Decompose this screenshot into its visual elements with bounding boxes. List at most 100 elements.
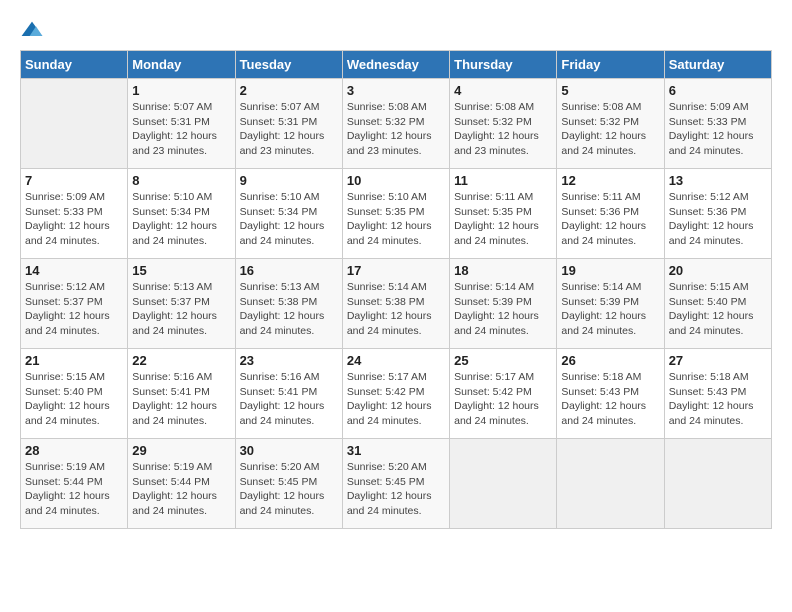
logo-icon <box>20 20 44 40</box>
day-info: Sunrise: 5:10 AM Sunset: 5:34 PM Dayligh… <box>132 190 230 249</box>
calendar-cell: 22Sunrise: 5:16 AM Sunset: 5:41 PM Dayli… <box>128 349 235 439</box>
calendar-cell: 23 Sunrise: 5:16 AM Sunset: 5:41 PM Dayli… <box>235 349 342 439</box>
week-row-3: 14 Sunrise: 5:12 AM Sunset: 5:37 PM Dayli… <box>21 259 772 349</box>
column-header-saturday: Saturday <box>664 51 771 79</box>
column-header-monday: Monday <box>128 51 235 79</box>
calendar-cell: 17 Sunrise: 5:14 AM Sunset: 5:38 PM Dayli… <box>342 259 449 349</box>
column-header-friday: Friday <box>557 51 664 79</box>
day-number: 15 <box>132 263 230 278</box>
day-number: 19 <box>561 263 659 278</box>
column-header-sunday: Sunday <box>21 51 128 79</box>
day-info: Sunrise: 5:08 AM Sunset: 5:32 PM Dayligh… <box>454 100 552 159</box>
day-number: 14 <box>25 263 123 278</box>
day-number: 9 <box>240 173 338 188</box>
calendar-cell <box>450 439 557 529</box>
day-number: 31 <box>347 443 445 458</box>
day-info: Sunrise: 5:14 AM Sunset: 5:39 PM Dayligh… <box>454 280 552 339</box>
day-info: Sunrise: 5:08 AM Sunset: 5:32 PM Dayligh… <box>561 100 659 159</box>
calendar-cell: 7 Sunrise: 5:09 AM Sunset: 5:33 PM Daylig… <box>21 169 128 259</box>
day-number: 29 <box>132 443 230 458</box>
calendar-cell: 12 Sunrise: 5:11 AM Sunset: 5:36 PM Dayli… <box>557 169 664 259</box>
day-number: 30 <box>240 443 338 458</box>
day-number: 25 <box>454 353 552 368</box>
day-info: Sunrise: 5:08 AM Sunset: 5:32 PM Dayligh… <box>347 100 445 159</box>
day-info: Sunrise: 5:19 AM Sunset: 5:44 PM Dayligh… <box>132 460 230 519</box>
day-number: 7 <box>25 173 123 188</box>
day-number: 24 <box>347 353 445 368</box>
calendar-cell: 31Sunrise: 5:20 AM Sunset: 5:45 PM Dayli… <box>342 439 449 529</box>
calendar-cell: 6 Sunrise: 5:09 AM Sunset: 5:33 PM Daylig… <box>664 79 771 169</box>
header <box>20 20 772 40</box>
calendar-cell: 25Sunrise: 5:17 AM Sunset: 5:42 PM Dayli… <box>450 349 557 439</box>
day-info: Sunrise: 5:14 AM Sunset: 5:39 PM Dayligh… <box>561 280 659 339</box>
column-header-thursday: Thursday <box>450 51 557 79</box>
calendar-cell: 19 Sunrise: 5:14 AM Sunset: 5:39 PM Dayli… <box>557 259 664 349</box>
calendar-cell <box>21 79 128 169</box>
day-number: 12 <box>561 173 659 188</box>
calendar-cell: 1 Sunrise: 5:07 AM Sunset: 5:31 PM Daylig… <box>128 79 235 169</box>
calendar-cell: 8 Sunrise: 5:10 AM Sunset: 5:34 PM Daylig… <box>128 169 235 259</box>
day-number: 28 <box>25 443 123 458</box>
day-info: Sunrise: 5:16 AM Sunset: 5:41 PM Dayligh… <box>240 370 338 429</box>
header-row: SundayMondayTuesdayWednesdayThursdayFrid… <box>21 51 772 79</box>
calendar-cell: 26Sunrise: 5:18 AM Sunset: 5:43 PM Dayli… <box>557 349 664 439</box>
day-info: Sunrise: 5:09 AM Sunset: 5:33 PM Dayligh… <box>25 190 123 249</box>
day-info: Sunrise: 5:11 AM Sunset: 5:36 PM Dayligh… <box>561 190 659 249</box>
day-info: Sunrise: 5:15 AM Sunset: 5:40 PM Dayligh… <box>669 280 767 339</box>
day-info: Sunrise: 5:10 AM Sunset: 5:35 PM Dayligh… <box>347 190 445 249</box>
day-info: Sunrise: 5:13 AM Sunset: 5:37 PM Dayligh… <box>132 280 230 339</box>
week-row-5: 28 Sunrise: 5:19 AM Sunset: 5:44 PM Dayli… <box>21 439 772 529</box>
day-info: Sunrise: 5:17 AM Sunset: 5:42 PM Dayligh… <box>347 370 445 429</box>
day-number: 2 <box>240 83 338 98</box>
day-number: 21 <box>25 353 123 368</box>
calendar-cell: 5 Sunrise: 5:08 AM Sunset: 5:32 PM Daylig… <box>557 79 664 169</box>
day-number: 1 <box>132 83 230 98</box>
day-number: 16 <box>240 263 338 278</box>
calendar-cell: 2 Sunrise: 5:07 AM Sunset: 5:31 PM Daylig… <box>235 79 342 169</box>
day-info: Sunrise: 5:18 AM Sunset: 5:43 PM Dayligh… <box>669 370 767 429</box>
calendar-cell: 28 Sunrise: 5:19 AM Sunset: 5:44 PM Dayli… <box>21 439 128 529</box>
day-number: 3 <box>347 83 445 98</box>
day-info: Sunrise: 5:13 AM Sunset: 5:38 PM Dayligh… <box>240 280 338 339</box>
week-row-4: 21 Sunrise: 5:15 AM Sunset: 5:40 PM Dayli… <box>21 349 772 439</box>
calendar-cell: 9 Sunrise: 5:10 AM Sunset: 5:34 PM Daylig… <box>235 169 342 259</box>
day-number: 23 <box>240 353 338 368</box>
day-number: 4 <box>454 83 552 98</box>
day-info: Sunrise: 5:07 AM Sunset: 5:31 PM Dayligh… <box>240 100 338 159</box>
calendar-cell: 24 Sunrise: 5:17 AM Sunset: 5:42 PM Dayli… <box>342 349 449 439</box>
day-info: Sunrise: 5:16 AM Sunset: 5:41 PM Dayligh… <box>132 370 230 429</box>
day-info: Sunrise: 5:20 AM Sunset: 5:45 PM Dayligh… <box>240 460 338 519</box>
calendar-cell: 16 Sunrise: 5:13 AM Sunset: 5:38 PM Dayli… <box>235 259 342 349</box>
calendar-cell: 27 Sunrise: 5:18 AM Sunset: 5:43 PM Dayli… <box>664 349 771 439</box>
day-info: Sunrise: 5:15 AM Sunset: 5:40 PM Dayligh… <box>25 370 123 429</box>
calendar-cell: 13Sunrise: 5:12 AM Sunset: 5:36 PM Dayli… <box>664 169 771 259</box>
day-number: 18 <box>454 263 552 278</box>
calendar-table: SundayMondayTuesdayWednesdayThursdayFrid… <box>20 50 772 529</box>
calendar-cell: 18 Sunrise: 5:14 AM Sunset: 5:39 PM Dayli… <box>450 259 557 349</box>
day-number: 17 <box>347 263 445 278</box>
day-info: Sunrise: 5:14 AM Sunset: 5:38 PM Dayligh… <box>347 280 445 339</box>
day-number: 8 <box>132 173 230 188</box>
calendar-cell: 15 Sunrise: 5:13 AM Sunset: 5:37 PM Dayli… <box>128 259 235 349</box>
day-info: Sunrise: 5:09 AM Sunset: 5:33 PM Dayligh… <box>669 100 767 159</box>
calendar-cell: 3 Sunrise: 5:08 AM Sunset: 5:32 PM Daylig… <box>342 79 449 169</box>
day-number: 5 <box>561 83 659 98</box>
day-info: Sunrise: 5:12 AM Sunset: 5:37 PM Dayligh… <box>25 280 123 339</box>
day-info: Sunrise: 5:11 AM Sunset: 5:35 PM Dayligh… <box>454 190 552 249</box>
calendar-cell <box>664 439 771 529</box>
day-number: 11 <box>454 173 552 188</box>
day-number: 20 <box>669 263 767 278</box>
calendar-cell: 30 Sunrise: 5:20 AM Sunset: 5:45 PM Dayli… <box>235 439 342 529</box>
day-number: 27 <box>669 353 767 368</box>
day-info: Sunrise: 5:10 AM Sunset: 5:34 PM Dayligh… <box>240 190 338 249</box>
column-header-wednesday: Wednesday <box>342 51 449 79</box>
day-info: Sunrise: 5:19 AM Sunset: 5:44 PM Dayligh… <box>25 460 123 519</box>
calendar-cell: 10 Sunrise: 5:10 AM Sunset: 5:35 PM Dayli… <box>342 169 449 259</box>
calendar-cell: 21 Sunrise: 5:15 AM Sunset: 5:40 PM Dayli… <box>21 349 128 439</box>
day-number: 10 <box>347 173 445 188</box>
day-info: Sunrise: 5:07 AM Sunset: 5:31 PM Dayligh… <box>132 100 230 159</box>
calendar-cell: 14 Sunrise: 5:12 AM Sunset: 5:37 PM Dayli… <box>21 259 128 349</box>
day-info: Sunrise: 5:18 AM Sunset: 5:43 PM Dayligh… <box>561 370 659 429</box>
calendar-cell <box>557 439 664 529</box>
day-number: 6 <box>669 83 767 98</box>
